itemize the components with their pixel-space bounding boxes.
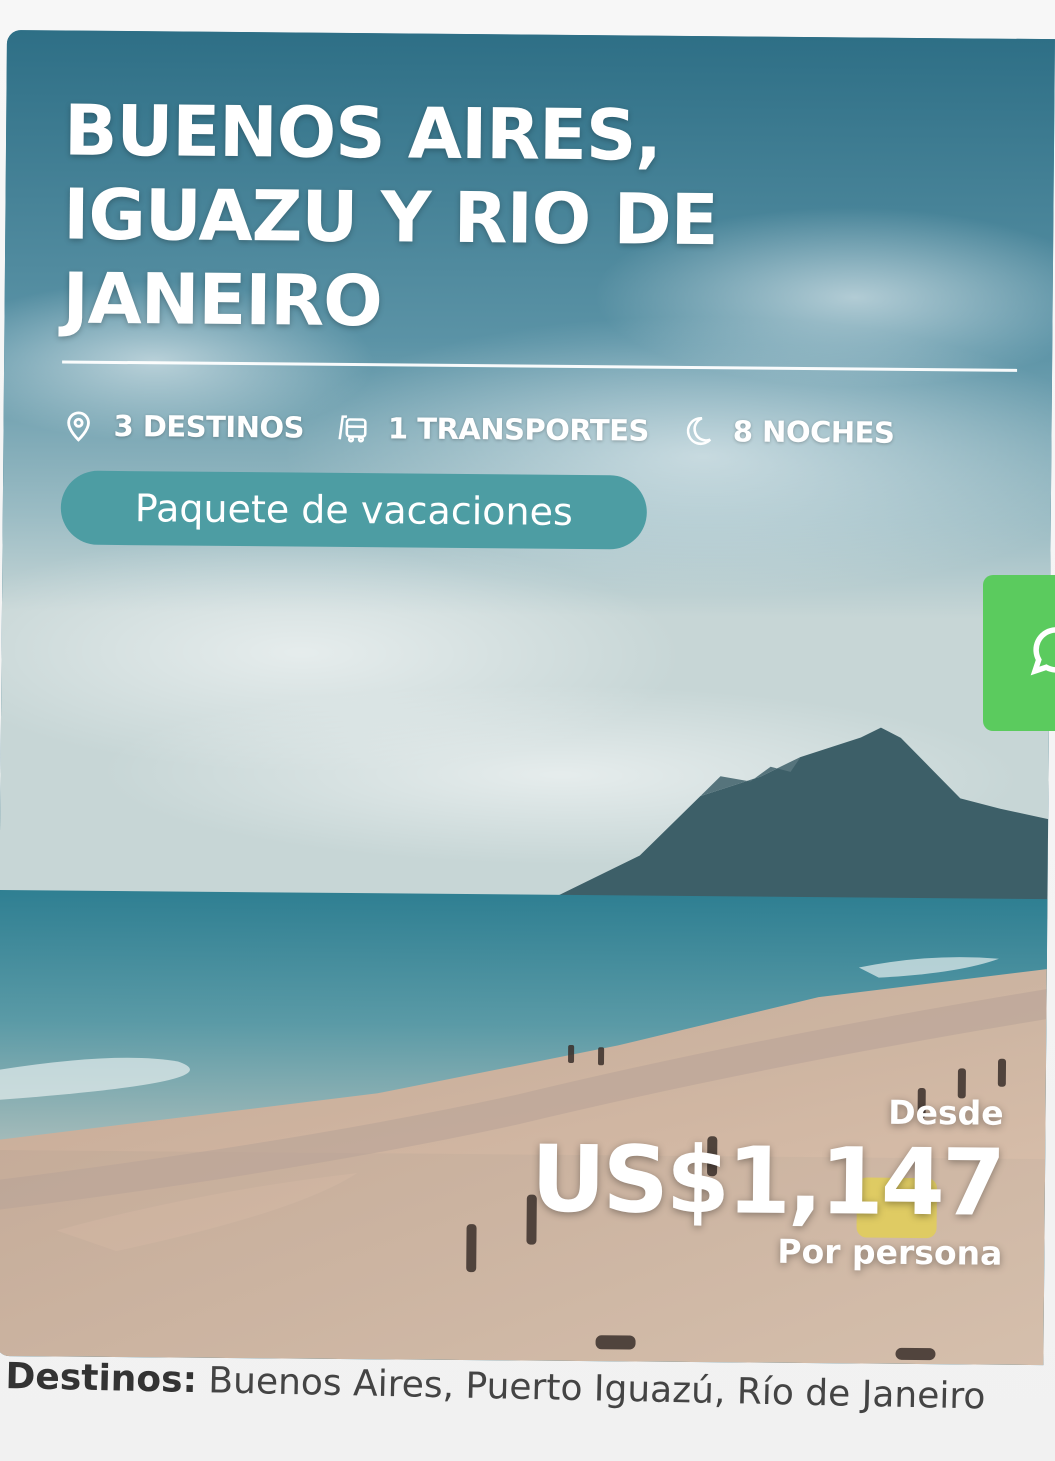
price-amount: US$1,147: [530, 1125, 1004, 1237]
stat-nights-label: 8 NOCHES: [732, 414, 895, 450]
whatsapp-button[interactable]: [983, 575, 1055, 731]
destinations-label: Destinos:: [5, 1355, 198, 1402]
package-type-badge[interactable]: Paquete de vacaciones: [60, 470, 648, 550]
package-card[interactable]: BUENOS AIRES, IGUAZU Y RIO DE JANEIRO 3 …: [0, 30, 1055, 1366]
stat-transports-label: 1 TRANSPORTES: [387, 411, 650, 448]
page: BUENOS AIRES, IGUAZU Y RIO DE JANEIRO 3 …: [0, 0, 1055, 1461]
destinations-value: Buenos Aires, Puerto Iguazú, Río de Jane…: [207, 1360, 986, 1418]
stat-destinations-label: 3 DESTINOS: [113, 408, 305, 445]
stat-destinations: 3 DESTINOS: [61, 408, 305, 445]
whatsapp-icon: [1030, 627, 1055, 676]
stat-transports: 1 TRANSPORTES: [336, 411, 649, 448]
package-title: BUENOS AIRES, IGUAZU Y RIO DE JANEIRO: [62, 89, 718, 343]
map-pin-icon: [67, 411, 90, 442]
destinations-line: Destinos: Buenos Aires, Puerto Iguazú, R…: [5, 1355, 1006, 1420]
price-per-person-label: Por persona: [777, 1231, 1003, 1273]
price-block: Desde US$1,147 Por persona: [530, 1090, 1004, 1274]
bus-icon: [338, 415, 368, 443]
moon-icon: [687, 417, 712, 446]
stat-nights: 8 NOCHES: [681, 414, 895, 450]
